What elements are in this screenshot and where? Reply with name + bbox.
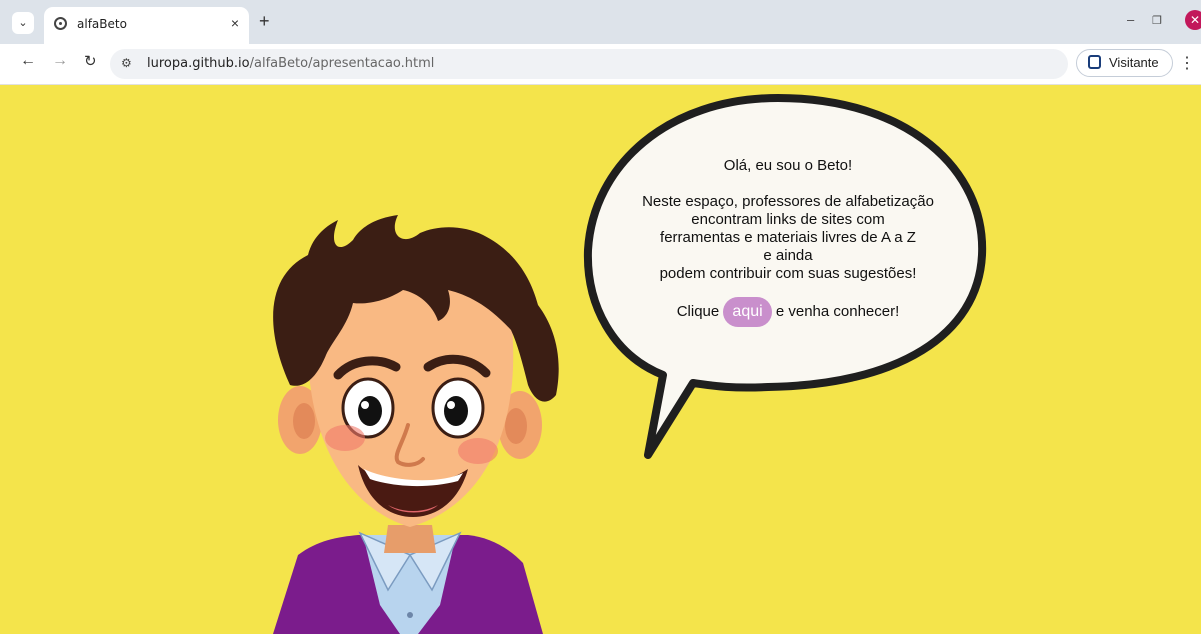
cta-line: Clique aqui e venha conhecer! — [608, 297, 968, 327]
reload-icon[interactable]: ↻ — [84, 52, 97, 70]
intro-line: e ainda — [763, 247, 813, 264]
cta-after: e venha conhecer! — [775, 303, 900, 320]
globe-icon — [54, 17, 67, 30]
toolbar: ← → ↻ ⚙ luropa.github.io/alfaBeto/aprese… — [0, 44, 1201, 85]
minimize-icon[interactable]: – — [1127, 12, 1134, 27]
profile-button[interactable]: Visitante — [1076, 49, 1173, 77]
intro-line: encontram links de sites com — [691, 211, 885, 228]
address-bar[interactable]: ⚙ luropa.github.io/alfaBeto/apresentacao… — [110, 49, 1068, 79]
tab-title: alfaBeto — [77, 17, 127, 31]
profile-icon — [1088, 55, 1101, 69]
boy-cheek-left — [325, 425, 365, 451]
intro-line: Neste espaço, professores de alfabetizaç… — [642, 193, 934, 210]
intro-line: podem contribuir com suas sugestões! — [659, 265, 917, 282]
profile-label: Visitante — [1109, 55, 1159, 70]
page-content: Olá, eu sou o Beto! Neste espaço, profes… — [8, 85, 1201, 634]
url-text: luropa.github.io/alfaBeto/apresentacao.h… — [147, 56, 434, 71]
beto-illustration — [273, 94, 987, 634]
tab-search-chevron-icon[interactable]: ⌄ — [12, 12, 34, 34]
back-icon[interactable]: ← — [20, 52, 36, 70]
active-tab[interactable]: alfaBeto × — [44, 7, 249, 44]
forward-icon[interactable]: → — [52, 52, 68, 70]
new-tab-button[interactable]: + — [259, 11, 270, 32]
site-settings-icon[interactable]: ⚙ — [121, 56, 132, 70]
greeting: Olá, eu sou o Beto! — [723, 157, 853, 174]
tab-close-button[interactable]: × — [231, 15, 239, 31]
tab-bar: ⌄ alfaBeto × + – ❐ ✕ — [0, 0, 1201, 44]
cta-before: Clique — [676, 303, 720, 320]
boy-cheek-right — [458, 438, 498, 464]
maximize-icon[interactable]: ❐ — [1152, 14, 1162, 27]
url-path: /alfaBeto/apresentacao.html — [249, 56, 435, 71]
url-domain: luropa.github.io — [147, 56, 250, 71]
speech-text: Olá, eu sou o Beto! Neste espaço, profes… — [608, 157, 968, 327]
intro-line: ferramentas e materiais livres de A a Z — [660, 229, 916, 246]
aqui-link-button[interactable]: aqui — [723, 297, 772, 327]
window-close-button[interactable]: ✕ — [1185, 10, 1201, 30]
boy-torso — [273, 525, 543, 634]
more-menu-icon[interactable]: ⋮ — [1179, 53, 1195, 73]
